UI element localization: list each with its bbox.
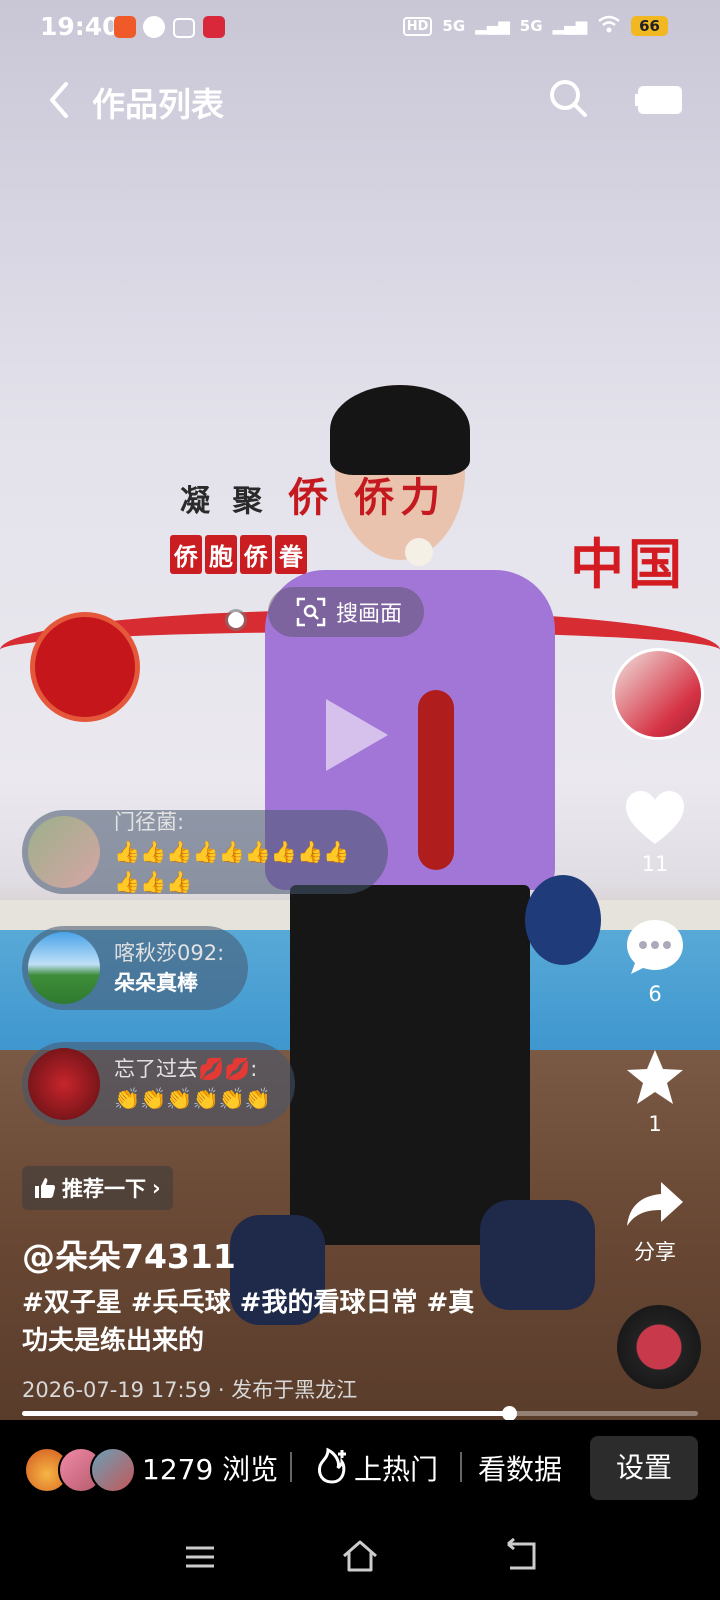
commenter-avatar <box>28 816 100 888</box>
comment-count: 6 <box>648 982 662 1006</box>
star-icon <box>627 1050 683 1104</box>
signal-5g-1: 5G <box>442 17 466 35</box>
view-count[interactable]: 1279 浏览 <box>142 1448 278 1488</box>
wall-sun <box>30 612 140 722</box>
divider <box>460 1452 462 1482</box>
status-indicators: HD 5G ▂▄▆ 5G ▂▄▆ 66 <box>402 14 668 38</box>
comment-text: 👏👏👏👏👏👏 <box>114 1087 271 1111</box>
comment-button[interactable]: 6 <box>610 918 700 1006</box>
status-time: 19:40 <box>40 12 120 41</box>
camera-icon[interactable] <box>635 83 685 117</box>
wifi-icon <box>597 14 621 38</box>
search-icon[interactable] <box>548 78 588 118</box>
comment-bubble[interactable]: 忘了过去💋💋: 👏👏👏👏👏👏 <box>22 1042 295 1126</box>
signal-bars-icon: ▂▄▆ <box>552 17 588 35</box>
message-icon <box>143 16 165 38</box>
share-button[interactable]: 分享 <box>610 1180 700 1266</box>
search-frame-button[interactable]: 搜画面 <box>268 587 425 637</box>
commenter-name: 门径菌: <box>114 810 185 834</box>
status-bar: 19:40 HD 5G ▂▄▆ 5G ▂▄▆ 66 <box>0 0 720 56</box>
chevron-right-icon: › <box>152 1176 161 1200</box>
news-app-icon <box>203 16 225 38</box>
comment-text: 朵朵真棒 <box>114 971 198 995</box>
battery-indicator: 66 <box>631 16 668 36</box>
view-data-button[interactable]: 看数据 <box>478 1448 562 1488</box>
viewer-avatar <box>90 1447 136 1493</box>
chevron-left-icon[interactable] <box>40 78 80 122</box>
recommend-button[interactable]: 推荐一下 › <box>22 1166 173 1210</box>
video-screen[interactable]: 19:40 HD 5G ▂▄▆ 5G ▂▄▆ 66 作品列表 凝 聚 侨 侨力 … <box>0 0 720 1600</box>
post-date-location: 2026-07-19 17:59 · 发布于黑龙江 <box>22 1378 358 1402</box>
heart-icon <box>626 791 684 844</box>
boost-button[interactable]: 上热门 <box>354 1448 438 1488</box>
scan-search-icon <box>296 597 326 627</box>
recent-apps-icon[interactable] <box>183 1540 217 1574</box>
frame-dot[interactable] <box>228 612 244 628</box>
like-button[interactable]: 11 <box>610 790 700 876</box>
commenter-avatar <box>28 1048 100 1120</box>
music-disc[interactable] <box>617 1305 701 1389</box>
share-label: 分享 <box>634 1240 676 1264</box>
commenter-avatar <box>28 932 100 1004</box>
comment-bubble[interactable]: 喀秋莎092: 朵朵真棒 <box>22 926 249 1010</box>
app-notification-icon <box>114 16 136 38</box>
favorite-button[interactable]: 1 <box>610 1048 700 1136</box>
wall-slogan-china: 中国 <box>570 532 686 596</box>
home-icon[interactable] <box>340 1536 380 1576</box>
favorite-count: 1 <box>648 1112 662 1136</box>
post-caption[interactable]: #双子星 #兵乓球 #我的看球日常 #真功夫是练出来的 <box>22 1284 482 1360</box>
like-count: 11 <box>641 852 669 876</box>
thumbs-up-icon <box>35 1178 55 1198</box>
author-avatar[interactable] <box>612 648 704 740</box>
play-icon[interactable] <box>320 695 392 775</box>
hd-badge: HD <box>402 16 433 36</box>
comment-icon <box>627 920 683 974</box>
wall-slogan-tags: 侨胞侨眷 <box>170 535 310 574</box>
share-arrow-icon <box>627 1182 683 1226</box>
flame-icon[interactable] <box>312 1446 352 1486</box>
mail-icon <box>173 18 195 38</box>
recommend-label: 推荐一下 <box>62 1177 146 1201</box>
progress-fill <box>22 1411 509 1416</box>
signal-bars-icon: ▂▄▆ <box>475 17 510 35</box>
comment-text: 👍👍👍👍👍👍👍👍👍👍👍👍 <box>114 840 350 894</box>
back-icon[interactable] <box>502 1537 542 1574</box>
progress-knob[interactable] <box>501 1406 517 1421</box>
settings-button[interactable]: 设置 <box>590 1436 698 1500</box>
ping-pong-ball <box>405 538 433 566</box>
commenter-name: 忘了过去💋💋: <box>114 1057 258 1081</box>
divider <box>290 1452 292 1482</box>
comment-bubble[interactable]: 门径菌: 👍👍👍👍👍👍👍👍👍👍👍👍 <box>22 810 388 894</box>
wall-slogan: 凝 聚 侨 侨力 <box>180 474 447 521</box>
page-title: 作品列表 <box>92 85 224 124</box>
signal-5g-2: 5G <box>519 17 543 35</box>
search-frame-label: 搜画面 <box>336 602 403 627</box>
author-username[interactable]: @朵朵74311 <box>22 1230 236 1278</box>
commenter-name: 喀秋莎092: <box>114 941 225 965</box>
video-progress-bar[interactable] <box>22 1406 698 1421</box>
